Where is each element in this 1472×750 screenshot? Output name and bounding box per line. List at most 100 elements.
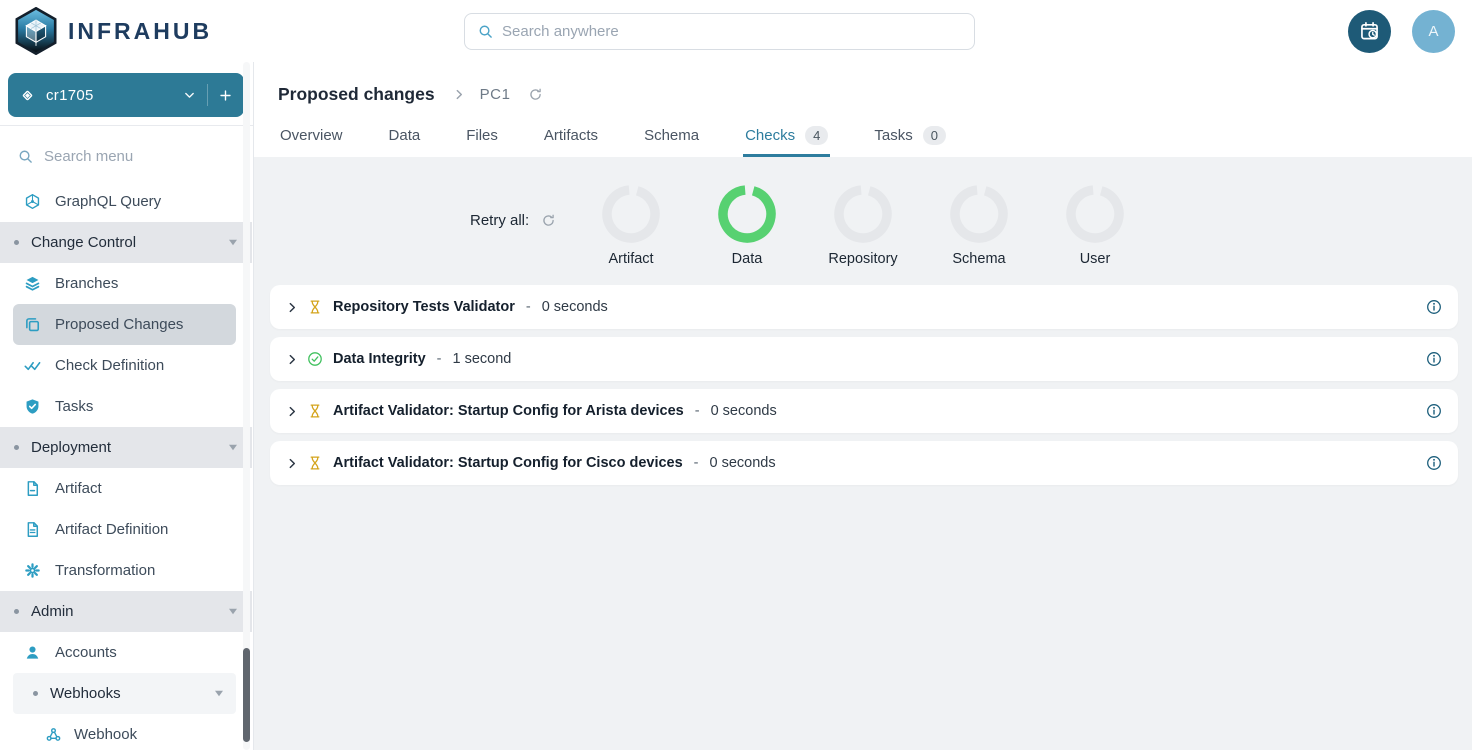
sidebar-group-webhooks[interactable]: Webhooks — [13, 673, 236, 714]
validator-summary: Artifact DataRepositorySchema User — [573, 185, 1153, 267]
add-branch-button[interactable] — [219, 89, 232, 102]
sidebar-item-label: Tasks — [55, 398, 93, 415]
gear-icon — [24, 562, 41, 579]
schedule-button[interactable] — [1348, 10, 1391, 53]
expand-chevron-icon[interactable] — [286, 457, 299, 470]
validator-ring-repository[interactable]: Repository — [805, 185, 921, 267]
sidebar-scrollbar-thumb[interactable] — [243, 648, 250, 742]
avatar[interactable]: A — [1412, 10, 1455, 53]
app-logo[interactable]: INFRAHUB — [14, 7, 212, 55]
info-icon[interactable] — [1426, 299, 1442, 315]
retry-all-button[interactable] — [541, 213, 556, 228]
branch-icon — [20, 88, 35, 103]
expand-chevron-icon[interactable] — [286, 405, 299, 418]
sidebar-item-tasks[interactable]: Tasks — [0, 386, 252, 427]
sidebar-group-admin[interactable]: Admin — [0, 591, 252, 632]
brand-name: INFRAHUB — [68, 18, 212, 45]
refresh-icon — [541, 213, 556, 228]
sidebar-item-label: GraphQL Query — [55, 193, 161, 210]
duration-separator: - — [526, 299, 531, 315]
tab-data[interactable]: Data — [387, 113, 423, 157]
expand-chevron-icon[interactable] — [286, 301, 299, 314]
collapse-triangle-icon — [228, 443, 238, 452]
sidebar-item-graphql-query[interactable]: GraphQL Query — [0, 181, 252, 222]
check-duration: 0 seconds — [711, 403, 777, 419]
sidebar-item-transformation[interactable]: Transformation — [0, 550, 252, 591]
layers-icon — [24, 275, 41, 292]
sidebar-group-label: Change Control — [31, 234, 136, 251]
info-icon[interactable] — [1426, 351, 1442, 367]
tab-checks[interactable]: Checks4 — [743, 113, 830, 157]
chevron-down-icon[interactable] — [183, 89, 196, 102]
sidebar-item-label: Artifact Definition — [55, 521, 168, 538]
tab-schema[interactable]: Schema — [642, 113, 701, 157]
validator-ring-user[interactable]: User — [1037, 185, 1153, 267]
check-duration: 1 second — [453, 351, 512, 367]
checks-panel: Retry all: Artifact DataRepositorySchema U… — [254, 157, 1472, 750]
shield-check-icon — [24, 398, 41, 415]
sidebar-item-label: Webhook — [74, 726, 137, 743]
search-icon — [18, 149, 33, 164]
duration-separator: - — [694, 455, 699, 471]
sidebar-item-accounts[interactable]: Accounts — [0, 632, 252, 673]
menu-search[interactable] — [0, 136, 252, 176]
sidebar-item-label: Proposed Changes — [55, 316, 183, 333]
main-area: Proposed changes PC1 Overview Data Files Ar… — [254, 62, 1472, 750]
hourglass-icon — [307, 299, 323, 315]
search-icon — [478, 24, 493, 39]
tab-label: Data — [389, 127, 421, 144]
copy-icon — [24, 316, 41, 333]
info-icon[interactable] — [1426, 455, 1442, 471]
check-duration: 0 seconds — [710, 455, 776, 471]
breadcrumb-section[interactable]: Proposed changes — [278, 84, 435, 105]
sidebar-item-branches[interactable]: Branches — [0, 263, 252, 304]
progress-ring-icon — [834, 185, 892, 248]
menu-search-input[interactable] — [44, 148, 243, 165]
divider — [207, 84, 208, 106]
breadcrumb-item[interactable]: PC1 — [480, 86, 511, 103]
refresh-button[interactable] — [528, 87, 543, 102]
expand-chevron-icon[interactable] — [286, 353, 299, 366]
validator-ring-label: Artifact — [608, 251, 653, 267]
progress-ring-icon — [950, 185, 1008, 248]
sidebar-item-webhook[interactable]: Webhook — [0, 714, 252, 750]
bullet-icon — [33, 691, 38, 696]
tab-label: Artifacts — [544, 127, 598, 144]
tab-label: Schema — [644, 127, 699, 144]
progress-ring-icon — [1066, 185, 1124, 248]
sidebar-item-proposed-changes[interactable]: Proposed Changes — [13, 304, 236, 345]
file-text-icon — [24, 521, 41, 538]
tab-tasks[interactable]: Tasks0 — [872, 113, 948, 157]
duration-separator: - — [437, 351, 442, 367]
sidebar: cr1705 GraphQL Query Change Control Branch… — [0, 62, 254, 750]
validator-ring-artifact[interactable]: Artifact — [573, 185, 689, 267]
check-circle-icon — [307, 351, 323, 367]
tab-label: Overview — [280, 127, 343, 144]
breadcrumb-chevron-icon — [453, 88, 466, 101]
page-header: Proposed changes PC1 Overview Data Files Ar… — [254, 62, 1472, 157]
validator-ring-schema[interactable]: Schema — [921, 185, 1037, 267]
validator-ring-label: User — [1080, 251, 1111, 267]
sidebar-group-deployment[interactable]: Deployment — [0, 427, 252, 468]
sidebar-item-artifact-definition[interactable]: Artifact Definition — [0, 509, 252, 550]
check-title: Data Integrity — [333, 351, 426, 367]
validator-ring-data[interactable]: Data — [689, 185, 805, 267]
global-search-input[interactable] — [502, 23, 961, 40]
global-search[interactable] — [464, 13, 975, 50]
collapse-triangle-icon — [228, 607, 238, 616]
sidebar-item-artifact[interactable]: Artifact — [0, 468, 252, 509]
check-row-artifact-validator-startup-config-for-cisco-devices: Artifact Validator: Startup Config for C… — [270, 441, 1458, 485]
retry-all-label: Retry all: — [470, 212, 529, 229]
info-icon[interactable] — [1426, 403, 1442, 419]
tab-artifacts[interactable]: Artifacts — [542, 113, 600, 157]
sidebar-item-label: Check Definition — [55, 357, 164, 374]
branch-selector[interactable]: cr1705 — [8, 73, 244, 117]
tab-label: Tasks — [874, 127, 912, 144]
sidebar-item-check-definition[interactable]: Check Definition — [0, 345, 252, 386]
hourglass-icon — [307, 403, 323, 419]
tab-overview[interactable]: Overview — [278, 113, 345, 157]
sidebar-group-change-control[interactable]: Change Control — [0, 222, 252, 263]
retry-all: Retry all: — [470, 212, 556, 229]
check-title: Artifact Validator: Startup Config for A… — [333, 403, 684, 419]
tab-files[interactable]: Files — [464, 113, 500, 157]
